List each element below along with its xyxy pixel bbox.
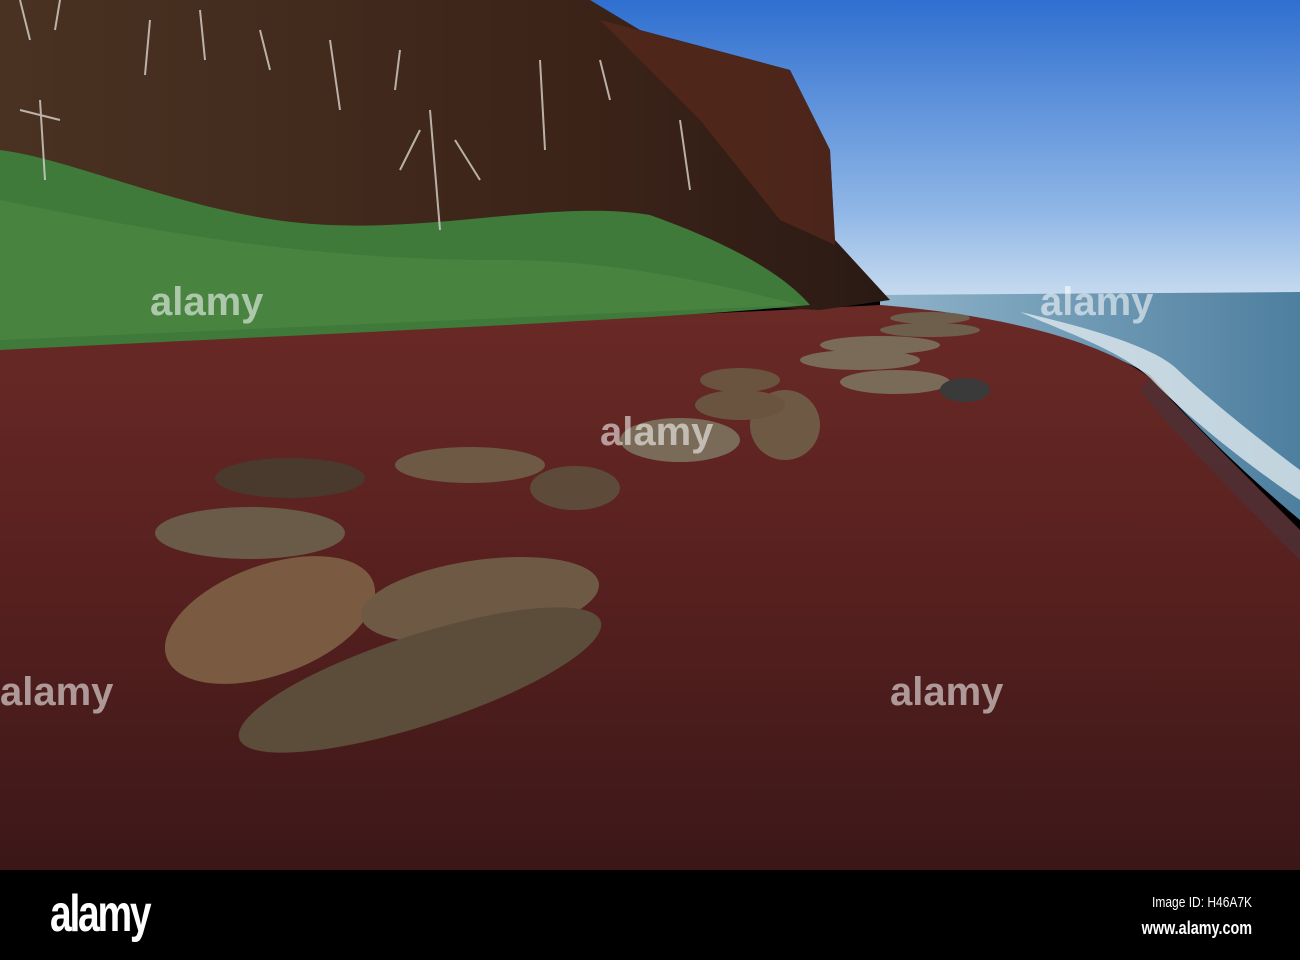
brand-logo: alamy [50, 885, 152, 943]
footer-bar: alamy Image ID: H46A7K www.alamy.com [0, 870, 1300, 960]
svg-text:alamy: alamy [600, 410, 714, 454]
svg-text:alamy: alamy [1040, 280, 1154, 324]
beach-photo: alamy alamy alamy alamy alamy [0, 0, 1300, 870]
svg-text:alamy: alamy [0, 670, 114, 714]
image-id-label: Image ID: H46A7K [1151, 894, 1252, 911]
site-url: www.alamy.com [1141, 918, 1252, 938]
svg-text:alamy: alamy [150, 280, 264, 324]
svg-text:alamy: alamy [890, 670, 1004, 714]
beach [0, 305, 1300, 870]
